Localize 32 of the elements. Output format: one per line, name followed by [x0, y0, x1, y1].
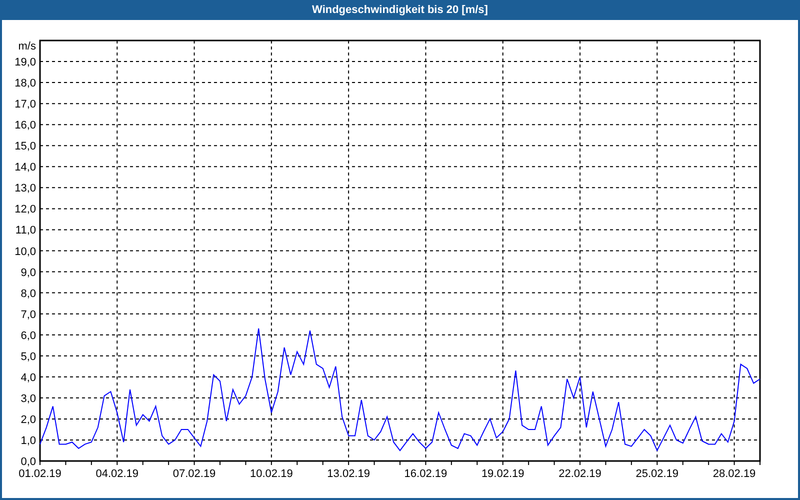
y-tick-label: 17,0 — [14, 98, 36, 111]
x-tick-label: 10.02.19 — [250, 468, 293, 480]
y-axis-label: m/s — [18, 40, 36, 52]
y-tick-label: 18,0 — [14, 78, 36, 90]
x-tick-label: 13.02.19 — [327, 468, 370, 480]
y-tick-label: 5,0 — [20, 350, 36, 363]
x-tick-label: 01.02.19 — [18, 468, 62, 480]
x-tick-label: 22.02.19 — [558, 468, 602, 480]
y-tick-label: 6,0 — [20, 330, 36, 342]
chart-title: Windgeschwindigkeit bis 20 [m/s] — [0, 0, 800, 20]
x-tick-label: 19.02.19 — [481, 468, 524, 480]
y-tick-label: 10,0 — [14, 246, 36, 258]
x-tick-label: 28.02.19 — [712, 468, 756, 480]
y-tick-label: 13,0 — [14, 182, 36, 195]
y-tick-label: 9,0 — [20, 266, 36, 279]
y-tick-label: 3,0 — [20, 392, 36, 405]
y-tick-label: 12,0 — [14, 204, 36, 216]
y-tick-label: 1,0 — [20, 434, 36, 447]
y-tick-label: 4,0 — [20, 372, 36, 384]
x-tick-label: 16.02.19 — [404, 468, 448, 480]
y-tick-label: 11,0 — [15, 224, 36, 237]
y-tick-label: 7,0 — [20, 308, 36, 321]
y-tick-label: 15,0 — [14, 140, 36, 153]
x-tick-label: 04.02.19 — [96, 468, 139, 480]
x-tick-label: 25.02.19 — [636, 468, 679, 480]
y-tick-label: 19,0 — [14, 56, 36, 69]
y-tick-label: 14,0 — [14, 162, 36, 174]
x-tick-label: 07.02.19 — [172, 468, 216, 480]
y-tick-label: 2,0 — [20, 414, 36, 426]
y-tick-label: 8,0 — [20, 288, 36, 300]
y-tick-label: 16,0 — [14, 120, 36, 132]
y-tick-label: 0,0 — [20, 456, 36, 468]
